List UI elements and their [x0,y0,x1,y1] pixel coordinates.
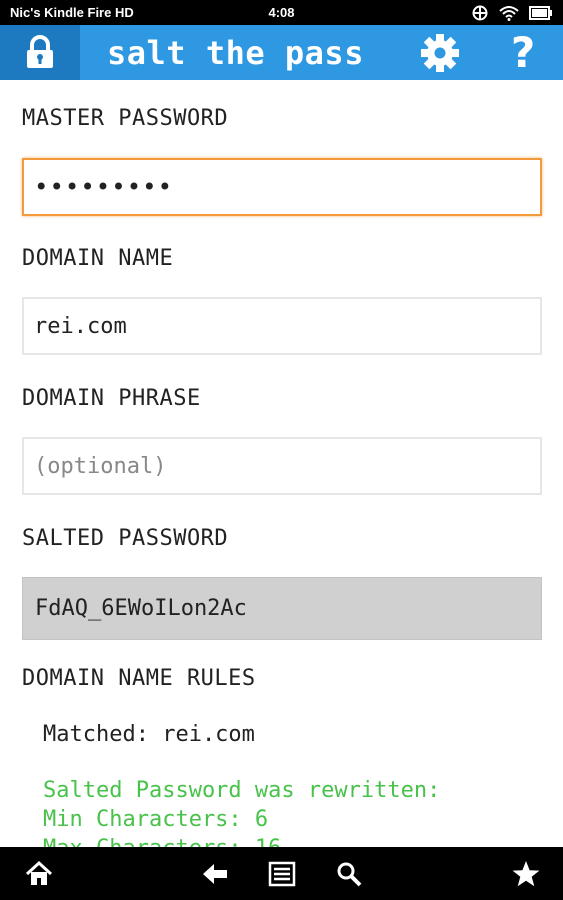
wifi-icon [499,5,519,21]
sync-icon [471,4,489,22]
home-button[interactable] [24,859,54,889]
help-icon: ? [510,28,536,77]
lock-button[interactable] [0,25,80,80]
matched-rule-text: Matched: rei.com [43,722,255,747]
min-characters-text: Min Characters: 6 [43,807,269,832]
search-button[interactable] [334,859,364,889]
favorites-button[interactable] [511,859,541,889]
help-button[interactable]: ? [503,28,543,78]
status-bar: Nic's Kindle Fire HD 4:08 [0,0,563,25]
salted-password-label: SALTED PASSWORD [22,526,229,551]
rewrite-note: Salted Password was rewritten: [43,778,441,803]
domain-name-label: DOMAIN NAME [22,246,174,271]
menu-button[interactable] [267,859,297,889]
app-title: salt the pass [107,34,364,72]
back-icon [200,859,230,889]
back-button[interactable] [200,859,230,889]
salted-password-output[interactable]: FdAQ_6EWoILon2Ac [22,577,542,640]
status-icons [471,3,553,22]
domain-name-rules-label: DOMAIN NAME RULES [22,666,256,691]
battery-icon [529,5,553,20]
master-password-field[interactable] [22,158,542,216]
home-icon [24,859,54,889]
search-icon [334,859,364,889]
master-password-label: MASTER PASSWORD [22,106,229,131]
bottom-nav-bar [0,847,563,900]
app-bar: salt the pass ? [0,25,563,80]
domain-phrase-field[interactable] [22,437,542,495]
settings-button[interactable] [420,33,460,73]
gear-icon [420,34,460,77]
domain-phrase-label: DOMAIN PHRASE [22,386,201,411]
menu-icon [267,859,297,889]
domain-name-field[interactable] [22,297,542,355]
favorites-icon [511,859,541,889]
